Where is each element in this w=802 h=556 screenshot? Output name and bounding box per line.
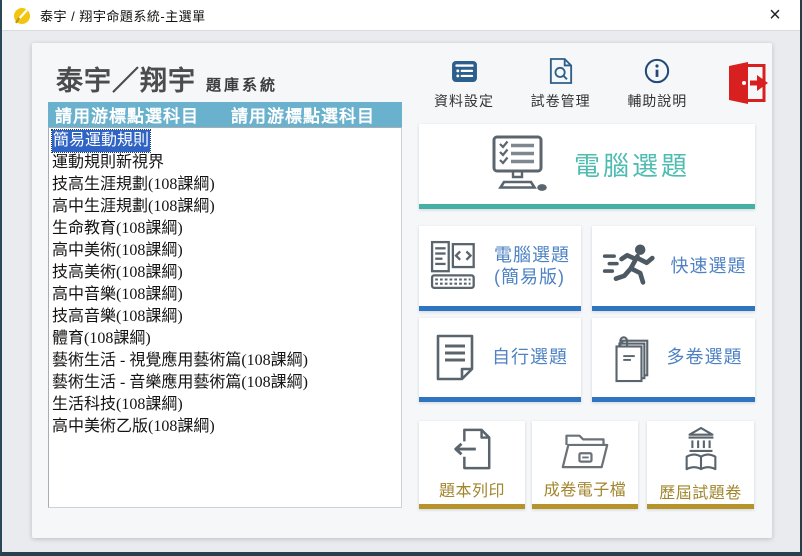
subject-list-header: 請用游標點選科目 請用游標點選科目 bbox=[48, 102, 402, 127]
computer-select-simple-button[interactable]: 電腦選題(簡易版) bbox=[419, 226, 581, 311]
subject-item[interactable]: 藝術生活 - 視覺應用藝術篇(108課綱) bbox=[52, 350, 401, 372]
subject-item[interactable]: 藝術生活 - 音樂應用藝術篇(108課綱) bbox=[52, 372, 401, 394]
computer-select-label: 電腦選題 bbox=[574, 146, 690, 183]
brand-subtitle: 題庫系統 bbox=[206, 74, 278, 95]
past-exams-button[interactable]: 歷屆試題卷 bbox=[647, 421, 754, 509]
data-settings-label: 資料設定 bbox=[434, 91, 494, 111]
exam-management-button[interactable]: 試卷管理 bbox=[531, 57, 591, 111]
subject-item[interactable]: 運動規則新視界 bbox=[52, 152, 401, 174]
window-title: 泰宇 / 翔宇命題系統-主選單 bbox=[40, 6, 206, 25]
manual-select-button[interactable]: 自行選題 bbox=[419, 318, 581, 402]
main-panel: 泰宇／翔宇 題庫系統 資料設定 bbox=[32, 43, 772, 538]
help-label: 輔助說明 bbox=[627, 91, 687, 111]
help-info-icon bbox=[644, 57, 670, 85]
subject-item[interactable]: 高中生涯規劃(108課綱) bbox=[52, 196, 401, 218]
print-booklet-label: 題本列印 bbox=[439, 477, 505, 501]
subject-item[interactable]: 生活科技(108課綱) bbox=[52, 394, 401, 416]
open-folder-icon bbox=[560, 430, 610, 471]
subject-list-header-right: 請用游標點選科目 bbox=[231, 102, 375, 127]
quick-select-button[interactable]: 快速選題 bbox=[592, 226, 755, 311]
exam-efile-button[interactable]: 成卷電子檔 bbox=[532, 421, 638, 509]
subject-item[interactable]: 高中美術乙版(108課綱) bbox=[52, 416, 401, 438]
brand-header: 泰宇／翔宇 題庫系統 bbox=[56, 59, 278, 98]
computer-select-button[interactable]: 電腦選題 bbox=[419, 124, 755, 209]
computer-checklist-icon bbox=[484, 135, 550, 193]
multi-select-button[interactable]: 多卷選題 bbox=[592, 318, 755, 402]
runner-icon bbox=[601, 243, 657, 290]
subject-item[interactable]: 技高美術(108課綱) bbox=[52, 262, 401, 284]
subject-item-selected[interactable]: 簡易運動規則 bbox=[52, 130, 401, 152]
toolbar: 資料設定 試卷管理 bbox=[434, 57, 770, 111]
quick-select-label: 快速選題 bbox=[671, 255, 747, 278]
app-window: 泰宇 / 翔宇命題系統-主選單 × 泰宇／翔宇 題庫系統 bbox=[0, 0, 802, 556]
page-export-arrow-icon bbox=[449, 428, 495, 472]
exit-door-icon bbox=[724, 60, 770, 106]
subject-item[interactable]: 生命教育(108課綱) bbox=[52, 218, 401, 240]
brand-title: 泰宇／翔宇 bbox=[56, 59, 196, 98]
exam-efile-label: 成卷電子檔 bbox=[544, 476, 627, 500]
subject-item[interactable]: 高中音樂(108課綱) bbox=[52, 284, 401, 306]
multi-select-label: 多卷選題 bbox=[667, 346, 743, 369]
computer-select-simple-label: 電腦選題(簡易版) bbox=[494, 244, 570, 289]
subject-list-header-left: 請用游標點選科目 bbox=[55, 102, 199, 127]
subject-item[interactable]: 技高音樂(108課綱) bbox=[52, 306, 401, 328]
subject-item[interactable]: 技高生涯規劃(108課綱) bbox=[52, 174, 401, 196]
subject-listbox[interactable]: 簡易運動規則 運動規則新視界 技高生涯規劃(108課綱) 高中生涯規劃(108課… bbox=[48, 127, 402, 508]
data-settings-icon bbox=[451, 57, 478, 85]
subject-item[interactable]: 體育(108課綱) bbox=[52, 328, 401, 350]
print-booklet-button[interactable]: 題本列印 bbox=[419, 421, 525, 509]
data-settings-button[interactable]: 資料設定 bbox=[434, 57, 494, 111]
close-button[interactable]: × bbox=[760, 2, 790, 28]
subject-item[interactable]: 高中美術(108課綱) bbox=[52, 240, 401, 262]
doc-code-keyboard-icon bbox=[430, 240, 482, 292]
exit-button[interactable] bbox=[724, 60, 770, 106]
exam-management-label: 試卷管理 bbox=[531, 91, 591, 111]
bank-book-icon bbox=[679, 426, 723, 474]
manual-select-label: 自行選題 bbox=[492, 346, 568, 369]
title-bar: 泰宇 / 翔宇命題系統-主選單 × bbox=[2, 0, 800, 31]
exam-management-icon bbox=[549, 57, 573, 85]
past-exams-label: 歷屆試題卷 bbox=[659, 479, 742, 503]
stacked-papers-icon bbox=[605, 333, 653, 383]
help-button[interactable]: 輔助說明 bbox=[627, 57, 687, 111]
document-lines-icon bbox=[432, 333, 478, 383]
app-logo-icon bbox=[12, 5, 32, 25]
